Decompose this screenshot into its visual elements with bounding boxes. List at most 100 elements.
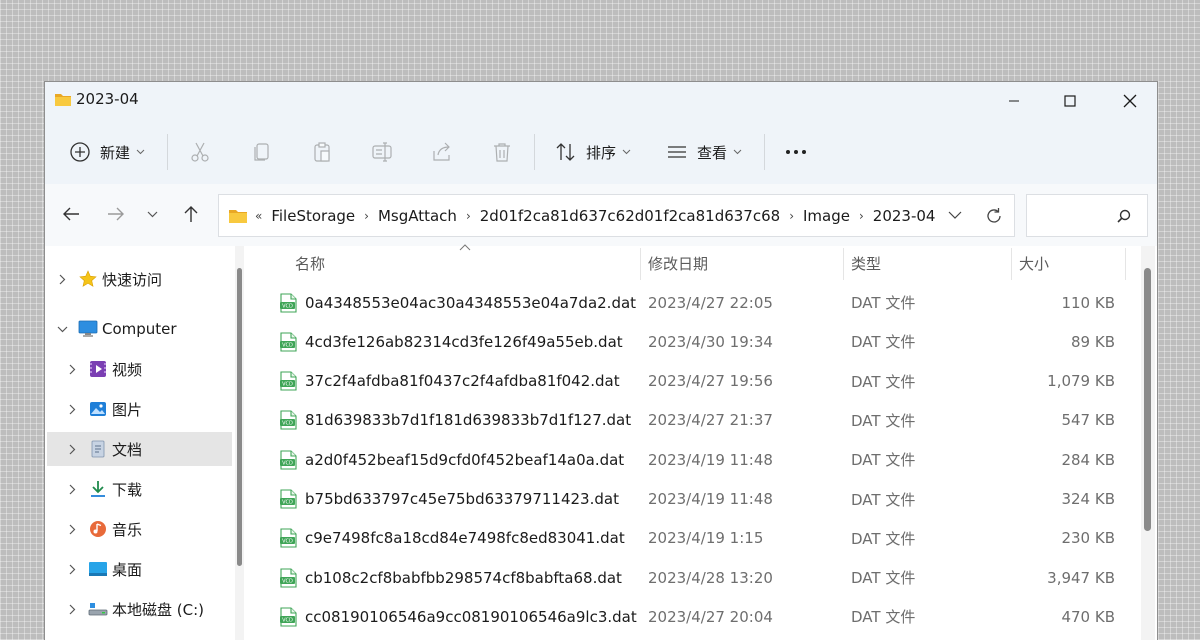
sidebar-item-computer[interactable]: Computer [47,312,232,346]
column-divider[interactable] [1011,248,1012,280]
content-area: 快速访问 Computer 视频 图片 文档 下载 音乐 桌面 本地磁盘 (C:… [45,244,1157,640]
file-row[interactable]: VCD b75bd633797c45e75bd63379711423.dat 202… [255,480,1135,519]
sidebar-scrollbar-thumb[interactable] [237,268,242,566]
rename-button[interactable] [371,120,393,184]
dat-file-icon: VCD [279,332,298,352]
sidebar-item-documents[interactable]: 文档 [47,432,232,466]
chevron-right-icon[interactable] [57,444,87,455]
chevron-down-icon[interactable] [47,326,77,333]
file-row[interactable]: VCD c9e7498fc8a18cd84e7498fc8ed83041.dat 2… [255,519,1135,558]
file-name-cell[interactable]: VCD 37c2f4afdba81f0437c2f4afdba81f042.dat [279,362,620,401]
svg-text:VCD: VCD [282,421,293,427]
chevron-right-icon[interactable] [47,274,77,285]
chevron-right-icon[interactable] [57,604,87,615]
breadcrumb-separator[interactable]: › [789,209,794,223]
view-button[interactable]: 查看 [666,120,742,184]
file-name-cell[interactable]: VCD 0a4348553e04ac30a4348553e04a7da2.dat [279,283,636,322]
maximize-button[interactable] [1041,82,1099,120]
cut-button[interactable] [189,120,211,184]
file-row[interactable]: VCD cb108c2cf8babfbb298574cf8babfta68.dat… [255,558,1135,597]
share-icon [433,142,450,161]
sidebar-item-label: 桌面 [112,560,143,579]
file-row[interactable]: VCD cc08190106546a9cc08190106546a9lc3.dat… [255,597,1135,636]
toolbar-separator [764,134,765,170]
svg-text:VCD: VCD [282,539,293,545]
recent-locations-button[interactable] [139,201,165,227]
title-bar[interactable]: 2023-04 [45,82,1157,120]
file-name-cell[interactable]: VCD 81d639833b7d1f181d639833b7d1f127.dat [279,401,631,440]
address-bar[interactable]: « FileStorage › MsgAttach › 2d01f2ca81d6… [218,194,1015,237]
more-options-button[interactable] [784,120,808,184]
close-button[interactable] [1101,82,1157,120]
minimize-button[interactable] [985,82,1043,120]
chevron-right-icon[interactable] [57,404,87,415]
sidebar-item-desktop[interactable]: 桌面 [47,552,232,586]
breadcrumb-current[interactable]: 2023-04 [873,207,936,225]
chevron-down-icon [622,149,631,155]
address-overflow-indicator[interactable]: « [255,209,262,223]
paste-button[interactable] [311,120,333,184]
refresh-icon[interactable] [984,206,1004,226]
chevron-right-icon[interactable] [57,564,87,575]
view-button-label: 查看 [697,143,728,162]
back-button[interactable] [58,201,84,227]
breadcrumb-separator[interactable]: › [466,209,471,223]
sidebar-item-label: 图片 [112,400,143,419]
delete-button[interactable] [491,120,513,184]
file-name-cell[interactable]: VCD b75bd633797c45e75bd63379711423.dat [279,480,619,519]
file-name-cell[interactable]: VCD a2d0f452beaf15d9cfd0f452beaf14a0a.dat [279,440,624,479]
share-button[interactable] [431,120,453,184]
dat-file-icon: VCD [279,528,298,548]
file-row[interactable]: VCD a2d0f452beaf15d9cfd0f452beaf14a0a.dat… [255,440,1135,479]
column-header-type[interactable]: 类型 [851,246,881,280]
breadcrumb-image[interactable]: Image [803,207,850,225]
chevron-down-icon[interactable] [948,208,962,222]
column-header-date[interactable]: 修改日期 [648,246,708,280]
file-type: DAT 文件 [851,333,916,352]
file-row[interactable]: VCD 0a4348553e04ac30a4348553e04a7da2.dat 2… [255,283,1135,322]
breadcrumb-hash-folder[interactable]: 2d01f2ca81d637c62d01f2ca81d637c68 [480,207,780,225]
sidebar-item-local-disk-c[interactable]: 本地磁盘 (C:) [47,592,232,626]
file-type: DAT 文件 [851,372,916,391]
dat-file-icon: VCD [279,410,298,430]
column-divider[interactable] [843,248,844,280]
forward-button[interactable] [103,201,129,227]
breadcrumb-separator[interactable]: › [859,209,864,223]
column-divider[interactable] [640,248,641,280]
search-input[interactable] [1026,194,1148,237]
file-row[interactable]: VCD 4cd3fe126ab82314cd3fe126f49a55eb.dat 2… [255,322,1135,361]
sidebar-item-videos[interactable]: 视频 [47,352,232,386]
breadcrumb-msgattach[interactable]: MsgAttach [378,207,457,225]
sidebar-item-label: 快速访问 [102,270,163,289]
sidebar-item-pictures[interactable]: 图片 [47,392,232,426]
sidebar-item-music[interactable]: 音乐 [47,512,232,546]
file-row[interactable]: VCD 81d639833b7d1f181d639833b7d1f127.dat 2… [255,401,1135,440]
breadcrumb-filestorage[interactable]: FileStorage [271,207,355,225]
file-name-cell[interactable]: VCD 4cd3fe126ab82314cd3fe126f49a55eb.dat [279,322,623,361]
chevron-down-icon [147,211,157,217]
file-explorer-window: 2023-04 新建 排序 查看 « FileStorage › MsgAtta… [44,81,1158,640]
chevron-right-icon[interactable] [57,484,87,495]
file-row[interactable]: VCD 37c2f4afdba81f0437c2f4afdba81f042.dat… [255,362,1135,401]
file-name-cell[interactable]: VCD c9e7498fc8a18cd84e7498fc8ed83041.dat [279,519,625,558]
new-button[interactable]: 新建 [69,120,145,184]
sidebar-item-downloads[interactable]: 下载 [47,472,232,506]
dat-file-icon: VCD [279,371,298,391]
column-header-size[interactable]: 大小 [1019,246,1049,280]
file-list-scrollbar-thumb[interactable] [1144,268,1151,531]
column-divider[interactable] [1125,248,1126,280]
chevron-right-icon[interactable] [57,364,87,375]
copy-button[interactable] [251,120,273,184]
file-name-cell[interactable]: VCD cc08190106546a9cc08190106546a9lc3.dat [279,597,637,636]
chevron-right-icon[interactable] [57,524,87,535]
file-name: 4cd3fe126ab82314cd3fe126f49a55eb.dat [305,332,623,351]
sort-button[interactable]: 排序 [555,120,631,184]
svg-text:VCD: VCD [282,342,293,348]
column-header-name[interactable]: 名称 [295,246,325,280]
up-button[interactable] [178,201,204,227]
file-name-cell[interactable]: VCD cb108c2cf8babfbb298574cf8babfta68.dat [279,558,622,597]
sidebar-item-quick-access[interactable]: 快速访问 [47,262,232,296]
breadcrumb-separator[interactable]: › [364,209,369,223]
folder-icon [55,94,71,106]
chevron-down-icon [733,149,742,155]
